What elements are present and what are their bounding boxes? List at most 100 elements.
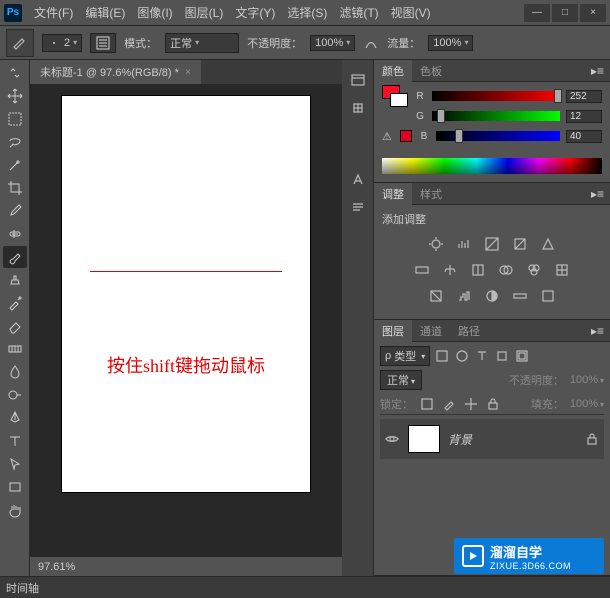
eraser-tool[interactable] <box>3 315 27 337</box>
lock-all-icon[interactable] <box>485 396 501 412</box>
crop-tool[interactable] <box>3 177 27 199</box>
layer-name[interactable]: 背景 <box>448 431 472 448</box>
menu-edit[interactable]: 编辑(E) <box>79 4 131 21</box>
canvas-viewport[interactable]: 按住shift键拖动鼠标 <box>30 84 342 556</box>
tab-paths[interactable]: 路径 <box>450 320 488 342</box>
menu-view[interactable]: 视图(V) <box>385 4 437 21</box>
tab-color[interactable]: 颜色 <box>374 60 412 82</box>
eyedropper-tool[interactable] <box>3 200 27 222</box>
menu-layer[interactable]: 图层(L) <box>179 4 230 21</box>
brush-picker[interactable]: 2 ▾ <box>42 34 82 52</box>
color-lookup-icon[interactable] <box>553 261 571 279</box>
b-value[interactable]: 40 <box>566 130 602 143</box>
window-maximize-button[interactable]: □ <box>552 4 578 22</box>
brightness-contrast-icon[interactable] <box>427 235 445 253</box>
photo-filter-icon[interactable] <box>497 261 515 279</box>
exposure-icon[interactable] <box>511 235 529 253</box>
levels-icon[interactable] <box>455 235 473 253</box>
blend-mode-select[interactable]: 正常▾ <box>165 33 239 53</box>
blur-tool[interactable] <box>3 361 27 383</box>
r-value[interactable]: 252 <box>566 90 602 103</box>
layer-blend-mode[interactable]: 正常▾ <box>380 370 422 390</box>
menu-select[interactable]: 选择(S) <box>281 4 333 21</box>
vibrance-icon[interactable] <box>539 235 557 253</box>
menu-image[interactable]: 图像(I) <box>131 4 178 21</box>
gradient-tool[interactable] <box>3 338 27 360</box>
character-panel-icon[interactable] <box>346 168 370 192</box>
history-brush-tool[interactable] <box>3 292 27 314</box>
lock-paint-icon[interactable] <box>441 396 457 412</box>
properties-panel-icon[interactable] <box>346 96 370 120</box>
brush-panel-toggle[interactable] <box>90 33 116 53</box>
layer-item-background[interactable]: 背景 <box>380 419 604 459</box>
type-tool[interactable] <box>3 430 27 452</box>
canvas[interactable]: 按住shift键拖动鼠标 <box>62 96 310 492</box>
background-swatch[interactable] <box>390 93 408 107</box>
collapse-arrows-icon[interactable] <box>3 62 27 84</box>
curves-icon[interactable] <box>483 235 501 253</box>
rectangle-tool[interactable] <box>3 476 27 498</box>
magic-wand-tool[interactable] <box>3 154 27 176</box>
g-value[interactable]: 12 <box>566 110 602 123</box>
tool-preset-picker[interactable] <box>6 29 34 57</box>
gradient-map-icon[interactable] <box>511 287 529 305</box>
history-panel-icon[interactable] <box>346 68 370 92</box>
tab-styles[interactable]: 样式 <box>412 183 450 205</box>
paragraph-panel-icon[interactable] <box>346 196 370 220</box>
menu-type[interactable]: 文字(Y) <box>229 4 281 21</box>
window-close-button[interactable]: × <box>580 4 606 22</box>
zoom-level[interactable]: 97.61% <box>38 561 75 573</box>
invert-icon[interactable] <box>427 287 445 305</box>
path-selection-tool[interactable] <box>3 453 27 475</box>
color-ramp[interactable] <box>382 158 602 174</box>
pen-tool[interactable] <box>3 407 27 429</box>
brush-tool[interactable] <box>3 246 27 268</box>
timeline-tab[interactable]: 时间轴 <box>6 580 39 596</box>
filter-pixel-icon[interactable] <box>434 348 450 364</box>
b-slider[interactable] <box>436 131 560 141</box>
r-slider[interactable] <box>432 91 560 101</box>
lock-transparent-icon[interactable] <box>419 396 435 412</box>
tab-adjustments[interactable]: 调整 <box>374 183 412 205</box>
pressure-opacity-icon[interactable] <box>363 35 379 51</box>
lock-position-icon[interactable] <box>463 396 479 412</box>
fill-value[interactable]: 100%▾ <box>570 398 604 410</box>
healing-brush-tool[interactable] <box>3 223 27 245</box>
filter-shape-icon[interactable] <box>494 348 510 364</box>
posterize-icon[interactable] <box>455 287 473 305</box>
panel-menu-icon[interactable]: ▸≡ <box>585 187 610 201</box>
channel-mixer-icon[interactable] <box>525 261 543 279</box>
tab-swatches[interactable]: 色板 <box>412 60 450 82</box>
close-tab-icon[interactable]: × <box>185 67 191 78</box>
document-tab[interactable]: 未标题-1 @ 97.6%(RGB/8) * × <box>30 60 201 84</box>
hue-sat-icon[interactable] <box>413 261 431 279</box>
move-tool[interactable] <box>3 85 27 107</box>
window-minimize-button[interactable]: — <box>524 4 550 22</box>
menu-filter[interactable]: 滤镜(T) <box>333 4 384 21</box>
filter-smart-icon[interactable] <box>514 348 530 364</box>
flow-field[interactable]: 100%▾ <box>428 35 473 51</box>
marquee-tool[interactable] <box>3 108 27 130</box>
lasso-tool[interactable] <box>3 131 27 153</box>
selective-color-icon[interactable] <box>539 287 557 305</box>
filter-adjust-icon[interactable] <box>454 348 470 364</box>
layer-opacity-value[interactable]: 100%▾ <box>570 374 604 386</box>
opacity-field[interactable]: 100%▾ <box>310 35 355 51</box>
layer-thumbnail[interactable] <box>408 425 440 453</box>
g-slider[interactable] <box>432 111 560 121</box>
panel-menu-icon[interactable]: ▸≡ <box>585 64 610 78</box>
tab-layers[interactable]: 图层 <box>374 320 412 342</box>
visibility-icon[interactable] <box>384 431 400 447</box>
clone-stamp-tool[interactable] <box>3 269 27 291</box>
threshold-icon[interactable] <box>483 287 501 305</box>
color-balance-icon[interactable] <box>441 261 459 279</box>
black-white-icon[interactable] <box>469 261 487 279</box>
filter-type-icon[interactable] <box>474 348 490 364</box>
gamut-swatch[interactable] <box>400 130 412 142</box>
panel-menu-icon[interactable]: ▸≡ <box>585 324 610 338</box>
gamut-warning-icon[interactable]: ⚠ <box>382 130 394 143</box>
hand-tool[interactable] <box>3 499 27 521</box>
dodge-tool[interactable] <box>3 384 27 406</box>
tab-channels[interactable]: 通道 <box>412 320 450 342</box>
layer-filter-kind[interactable]: ρ 类型▾ <box>380 346 430 366</box>
